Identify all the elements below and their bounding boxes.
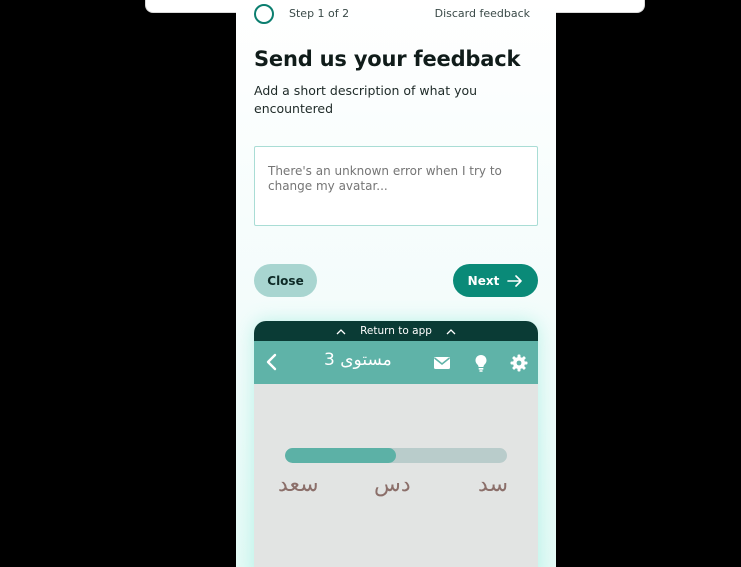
step-label: Step 1 of 2 [289,7,350,20]
chevron-up-icon [446,328,456,334]
level-progress-bar [285,448,507,463]
page-subtitle: Add a short description of what you enco… [254,83,478,116]
level-progress-fill [285,448,396,463]
gear-icon[interactable] [509,353,529,373]
app-game-area: سد دس سعد [254,384,538,567]
feedback-description-input[interactable] [254,146,538,226]
word-option[interactable]: سعد [278,472,319,497]
app-header: مستوى 3 [254,341,538,384]
word-option[interactable]: دس [374,472,411,497]
return-to-app-bar[interactable]: Return to app [254,321,538,341]
feedback-panel: Step 1 of 2 Discard feedback Send us you… [236,0,556,567]
discard-feedback-link[interactable]: Discard feedback [435,7,530,20]
lightbulb-icon[interactable] [471,353,491,373]
app-screenshot-preview: Return to app مستوى 3 سد دس سعد [254,321,538,567]
step-circle-icon [254,4,274,24]
return-to-app-label: Return to app [360,325,432,337]
back-chevron-icon[interactable] [262,352,282,372]
mail-icon[interactable] [432,353,452,373]
next-button[interactable]: Next [453,264,538,297]
step-indicator: Step 1 of 2 Discard feedback [254,0,538,26]
page-title: Send us your feedback [254,47,521,71]
app-level-title: مستوى 3 [324,350,392,370]
close-button[interactable]: Close [254,264,317,297]
arrow-right-icon [507,274,523,287]
chevron-up-icon [336,328,346,334]
next-button-label: Next [467,273,500,288]
word-option[interactable]: سد [478,472,508,497]
